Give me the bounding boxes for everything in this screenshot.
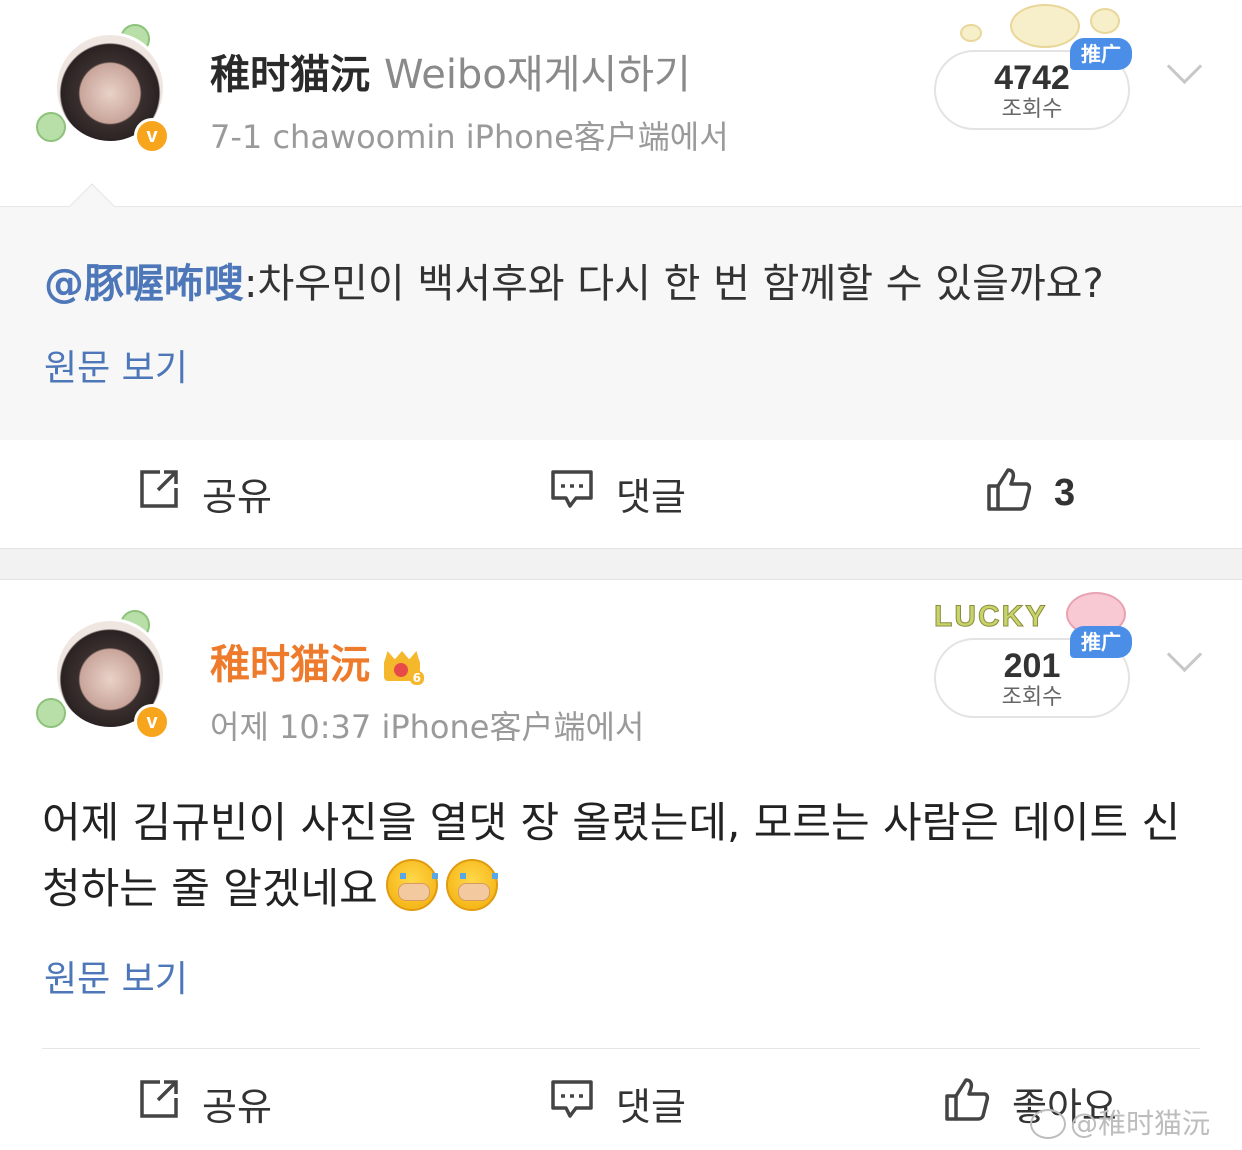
verified-badge-icon: v xyxy=(134,704,170,740)
avatar[interactable]: v xyxy=(36,24,176,156)
promo-badge: 推广 xyxy=(1070,38,1132,70)
share-icon xyxy=(138,1078,180,1129)
view-count-label: 조회수 xyxy=(1001,97,1063,122)
share-label: 공유 xyxy=(202,1085,272,1129)
view-original-link[interactable]: 원문 보기 xyxy=(44,950,188,1002)
divider xyxy=(42,1048,1200,1049)
watermark-text: @稚时猫沅 xyxy=(1070,1107,1211,1140)
mention-link[interactable]: @豚喔咘嗖 xyxy=(44,261,244,307)
watermark: @稚时猫沅 xyxy=(1030,1102,1210,1142)
author-name[interactable]: 稚时猫沅 6 xyxy=(210,632,424,690)
comment-icon xyxy=(550,1078,594,1129)
username[interactable]: 稚时猫沅 xyxy=(210,642,370,688)
comment-button[interactable]: 댓글 xyxy=(550,466,686,521)
comment-button[interactable]: 댓글 xyxy=(550,1076,686,1131)
comment-label: 댓글 xyxy=(616,1085,686,1129)
share-button[interactable]: 공유 xyxy=(138,466,272,521)
thumbs-up-icon xyxy=(986,466,1032,521)
view-original-link[interactable]: 원문 보기 xyxy=(44,339,188,391)
quoted-post[interactable]: @豚喔咘嗖:차우민이 백서후와 다시 한 번 함께할 수 있을까요? 원문 보기 xyxy=(0,183,1242,440)
repost-label: Weibo재게시하기 xyxy=(384,52,691,98)
like-button[interactable]: 3 xyxy=(986,466,1075,521)
username[interactable]: 稚时猫沅 xyxy=(210,52,370,98)
quote-notch xyxy=(69,183,115,229)
post-separator xyxy=(0,548,1242,580)
crying-emoji-icon xyxy=(445,859,498,911)
post-body: 어제 김규빈이 사진을 열댓 장 올렸는데, 모르는 사람은 데이트 신청하는 … xyxy=(42,790,1202,922)
share-label: 공유 xyxy=(202,475,272,519)
quoted-body: :차우민이 백서후와 다시 한 번 함께할 수 있을까요? xyxy=(244,261,1104,307)
avatar[interactable]: v xyxy=(36,610,176,742)
share-button[interactable]: 공유 xyxy=(138,1076,272,1131)
chevron-down-icon[interactable] xyxy=(1166,650,1202,670)
view-count-label: 조회수 xyxy=(1001,685,1063,710)
like-count: 3 xyxy=(1054,472,1076,514)
crown-icon: 6 xyxy=(382,649,424,685)
verified-badge-icon: v xyxy=(134,118,170,154)
author-name[interactable]: 稚时猫沅 Weibo재게시하기 xyxy=(210,42,691,100)
quoted-text: @豚喔咘嗖:차우민이 백서후와 다시 한 번 함께할 수 있을까요? xyxy=(44,251,1104,309)
crying-emoji-icon xyxy=(385,859,438,911)
post-text: 어제 김규빈이 사진을 열댓 장 올렸는데, 모르는 사람은 데이트 신청하는 … xyxy=(42,798,1181,913)
promo-badge: 推广 xyxy=(1070,626,1132,658)
thumbs-up-icon xyxy=(944,1076,990,1131)
weibo-logo-icon xyxy=(1030,1109,1066,1139)
post-card-1: v 稚时猫沅 Weibo재게시하기 7-1 chawoomin iPhone客户端… xyxy=(0,0,1242,548)
comment-label: 댓글 xyxy=(616,475,686,519)
share-icon xyxy=(138,468,180,519)
chevron-down-icon[interactable] xyxy=(1166,62,1202,82)
lucky-sticker: LUCKY xyxy=(933,600,1048,634)
post-meta: 어제 10:37 iPhone客户端에서 xyxy=(210,708,645,746)
comment-icon xyxy=(550,468,594,519)
post-meta: 7-1 chawoomin iPhone客户端에서 xyxy=(210,118,729,156)
